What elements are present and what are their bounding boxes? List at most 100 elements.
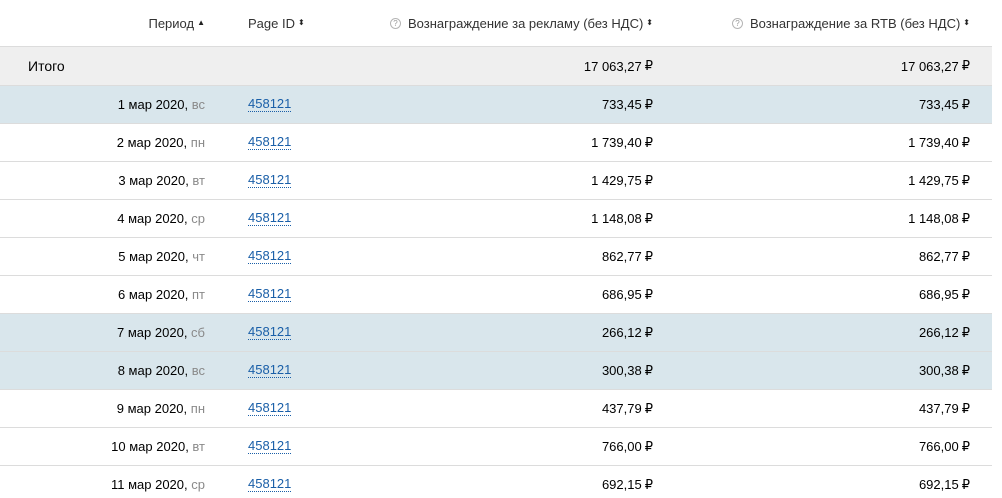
period-separator: , (183, 135, 191, 150)
page-id-link[interactable]: 458121 (248, 97, 292, 112)
stats-table: Период ▲ Page ID ⬍ ? Вознаграждение за р… (0, 0, 992, 498)
page-id-cell: 458121 (248, 162, 388, 199)
page-id-link[interactable]: 458121 (248, 477, 292, 492)
ruble-icon: ₽ (961, 362, 970, 378)
ruble-icon: ₽ (961, 476, 970, 492)
period-cell: 3 мар 2020, вт (0, 162, 205, 199)
ads-reward-value: 1 429,75 (591, 173, 642, 188)
ads-reward-value: 1 148,08 (591, 211, 642, 226)
column-header-rtb-reward[interactable]: ? Вознаграждение за RTB (без НДС) ⬍ (700, 0, 970, 46)
help-icon[interactable]: ? (390, 17, 401, 29)
period-date: 4 мар 2020 (117, 211, 185, 226)
ruble-icon: ₽ (644, 476, 653, 492)
period-separator: , (184, 477, 192, 492)
column-header-ads-reward[interactable]: ? Вознаграждение за рекламу (без НДС) ⬍ (380, 0, 653, 46)
column-header-period-label: Период (148, 15, 195, 31)
table-row: 7 мар 2020, сб 458121 266,12 ₽ 266,12 ₽ (0, 314, 992, 352)
table-row: 6 мар 2020, пт 458121 686,95 ₽ 686,95 ₽ (0, 276, 992, 314)
ruble-icon: ₽ (644, 172, 653, 188)
ads-reward-value: 266,12 (601, 325, 642, 340)
rtb-reward-value: 766,00 (918, 439, 959, 454)
ruble-icon: ₽ (961, 248, 970, 264)
ruble-icon: ₽ (644, 324, 653, 340)
period-separator: , (185, 173, 193, 188)
ruble-icon: ₽ (961, 96, 970, 112)
page-id-link[interactable]: 458121 (248, 249, 292, 264)
period-separator: , (184, 97, 192, 112)
period-weekday: вт (192, 439, 205, 454)
period-separator: , (185, 439, 193, 454)
ads-reward-cell: 733,45 ₽ (380, 86, 653, 123)
page-id-cell: 458121 (248, 428, 388, 465)
total-ads-reward: 17 063,27 ₽ (380, 47, 653, 85)
period-cell: 8 мар 2020, вс (0, 352, 205, 389)
period-date: 5 мар 2020 (118, 249, 186, 264)
period-separator: , (183, 325, 192, 340)
ruble-icon: ₽ (644, 210, 653, 226)
page-id-cell: 458121 (248, 352, 388, 389)
ads-reward-value: 686,95 (601, 287, 642, 302)
ruble-icon: ₽ (961, 58, 970, 73)
sort-toggle-icon[interactable]: ⬍ (646, 19, 653, 27)
period-separator: , (184, 211, 192, 226)
total-rtb-reward: 17 063,27 ₽ (700, 47, 970, 85)
table-row: 10 мар 2020, вт 458121 766,00 ₽ 766,00 ₽ (0, 428, 992, 466)
ads-reward-value: 437,79 (601, 401, 642, 416)
sort-toggle-icon[interactable]: ⬍ (963, 19, 970, 27)
ruble-icon: ₽ (644, 286, 653, 302)
rtb-reward-value: 862,77 (918, 249, 959, 264)
ruble-icon: ₽ (961, 400, 970, 416)
period-weekday: вс (191, 97, 205, 112)
ads-reward-cell: 686,95 ₽ (380, 276, 653, 313)
table-row: 5 мар 2020, чт 458121 862,77 ₽ 862,77 ₽ (0, 238, 992, 276)
ads-reward-value: 862,77 (601, 249, 642, 264)
ads-reward-cell: 862,77 ₽ (380, 238, 653, 275)
rtb-reward-value: 1 429,75 (908, 173, 959, 188)
period-date: 8 мар 2020 (117, 363, 185, 378)
rtb-reward-value: 686,95 (918, 287, 959, 302)
ruble-icon: ₽ (644, 362, 653, 378)
page-id-link[interactable]: 458121 (248, 173, 292, 188)
rtb-reward-cell: 733,45 ₽ (700, 86, 970, 123)
help-icon[interactable]: ? (731, 17, 743, 29)
total-ads-value: 17 063,27 (583, 58, 642, 74)
sort-toggle-icon[interactable]: ⬍ (298, 19, 305, 27)
period-separator: , (185, 249, 193, 264)
ruble-icon: ₽ (961, 438, 970, 454)
page-id-cell: 458121 (248, 124, 388, 161)
rtb-reward-value: 266,12 (918, 325, 959, 340)
page-id-link[interactable]: 458121 (248, 211, 292, 226)
rtb-reward-cell: 266,12 ₽ (700, 314, 970, 351)
period-cell: 2 мар 2020, пн (0, 124, 205, 161)
page-id-cell: 458121 (248, 86, 388, 123)
ads-reward-cell: 766,00 ₽ (380, 428, 653, 465)
period-weekday: пт (192, 287, 205, 302)
period-separator: , (183, 401, 191, 416)
ruble-icon: ₽ (961, 210, 970, 226)
column-header-period[interactable]: Период ▲ (0, 0, 205, 46)
total-row: Итого 17 063,27 ₽ 17 063,27 ₽ (0, 47, 992, 86)
rtb-reward-cell: 1 429,75 ₽ (700, 162, 970, 199)
rtb-reward-cell: 686,95 ₽ (700, 276, 970, 313)
period-date: 9 мар 2020 (116, 401, 184, 416)
table-row: 4 мар 2020, ср 458121 1 148,08 ₽ 1 148,0… (0, 200, 992, 238)
rtb-reward-cell: 1 739,40 ₽ (700, 124, 970, 161)
page-id-link[interactable]: 458121 (248, 401, 292, 416)
column-header-ads-reward-label: Вознаграждение за рекламу (без НДС) (408, 15, 644, 31)
page-id-link[interactable]: 458121 (248, 363, 292, 378)
ruble-icon: ₽ (961, 286, 970, 302)
page-id-link[interactable]: 458121 (248, 325, 292, 340)
page-id-link[interactable]: 458121 (248, 287, 292, 302)
period-weekday: пн (190, 401, 205, 416)
column-header-rtb-reward-label: Вознаграждение за RTB (без НДС) (749, 15, 961, 31)
ads-reward-cell: 437,79 ₽ (380, 390, 653, 427)
rtb-reward-cell: 1 148,08 ₽ (700, 200, 970, 237)
rtb-reward-cell: 437,79 ₽ (700, 390, 970, 427)
page-id-link[interactable]: 458121 (248, 439, 292, 454)
page-id-link[interactable]: 458121 (248, 135, 292, 150)
table-row: 3 мар 2020, вт 458121 1 429,75 ₽ 1 429,7… (0, 162, 992, 200)
period-weekday: сб (191, 325, 205, 340)
column-header-page-id[interactable]: Page ID ⬍ (248, 0, 388, 46)
sort-ascending-icon[interactable]: ▲ (197, 19, 205, 27)
table-row: 2 мар 2020, пн 458121 1 739,40 ₽ 1 739,4… (0, 124, 992, 162)
